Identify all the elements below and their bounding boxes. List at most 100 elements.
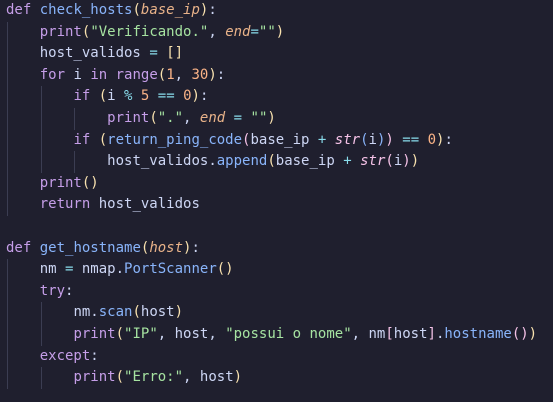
code-token-plain: , nm <box>351 325 386 342</box>
code-token-plain: i <box>368 131 377 148</box>
code-token-plain: : <box>65 282 74 299</box>
code-token-bracket: ( <box>267 153 276 170</box>
code-token-plain: base_ip <box>250 131 310 148</box>
indent-guide <box>7 259 8 281</box>
indent-guide <box>74 107 76 130</box>
code-token-keyword: if <box>73 131 91 148</box>
code-token-plain: : <box>444 131 453 148</box>
code-token-plain: : <box>208 2 217 18</box>
code-line: try: <box>6 280 553 303</box>
code-line: nm.scan(host) <box>6 302 553 324</box>
code-line: for i in range(1, 30): <box>6 64 553 87</box>
indent-guide <box>40 302 42 324</box>
code-token-string: "Verificando." <box>90 23 209 40</box>
indent-guide <box>7 367 8 389</box>
code-token-bracket: ) <box>208 66 217 83</box>
code-token-string: "" <box>258 23 276 40</box>
code-token-bracket: ( <box>98 131 108 148</box>
code-token-plain: i <box>393 153 403 170</box>
code-token-keyword: print <box>73 325 116 342</box>
code-token-bracket: [] <box>166 45 184 62</box>
code-token-function: hostname <box>444 325 512 342</box>
code-token-plain: : <box>191 239 200 256</box>
indent-guide <box>40 86 42 108</box>
code-token-bracket: ) <box>275 23 285 40</box>
code-token-plain: host_validos <box>39 45 141 62</box>
indent-guide <box>7 107 8 130</box>
indent-guide <box>7 194 8 216</box>
code-token-function: check_hosts <box>39 2 133 18</box>
code-token-operator: == <box>402 131 420 148</box>
indent-guide <box>74 151 76 173</box>
code-token-plain: , host, <box>157 325 226 342</box>
code-token-operator: = <box>233 109 243 126</box>
code-token-bracket: ) <box>191 88 200 105</box>
code-line: print() <box>6 172 553 195</box>
code-token-bracket: ) <box>174 304 184 321</box>
code-line: except: <box>6 345 553 368</box>
indent-guide <box>7 86 8 108</box>
code-token-plain: , host <box>183 369 234 386</box>
code-token-bracket: ( <box>98 88 108 105</box>
code-token-keyword: range <box>115 66 158 83</box>
code-token-operator: + <box>343 153 352 170</box>
code-line: print("Verificando.", end="") <box>6 21 553 44</box>
code-token-plain: i <box>107 88 125 105</box>
code-token-plain: , <box>208 23 226 40</box>
code-token-plain: , <box>174 66 192 83</box>
code-token-bracket: ( <box>149 109 158 126</box>
code-token-plain: base_ip <box>275 153 335 170</box>
code-token-keyword: print <box>73 369 116 386</box>
code-editor[interactable]: def check_hosts(base_ip): print("Verific… <box>0 0 553 402</box>
code-token-operator: == <box>157 88 175 105</box>
indent-guide <box>7 43 8 65</box>
code-token-keyword: except <box>39 347 91 364</box>
code-token-string: "possui o nome" <box>225 325 352 342</box>
code-token-function: append <box>216 153 268 170</box>
code-area[interactable]: def check_hosts(base_ip): print("Verific… <box>6 0 553 389</box>
code-token-plain: host <box>140 304 175 321</box>
code-token-keyword: try <box>39 282 66 299</box>
code-token-string: "" <box>250 109 268 126</box>
code-token-plain: host_validos <box>90 196 200 213</box>
code-token-keyword: print <box>39 23 82 40</box>
code-token-plain: i <box>65 66 91 83</box>
code-token-function: ( <box>360 131 369 148</box>
code-token-plain: , <box>183 109 200 126</box>
code-line: nm = nmap.PortScanner() <box>6 259 553 281</box>
code-line: def check_hosts(base_ip): <box>6 0 553 22</box>
code-line: print("Erro:", host) <box>6 367 553 389</box>
indent-guide <box>7 172 8 195</box>
code-line: return host_validos <box>6 194 553 216</box>
code-token-keyword: def <box>6 239 32 256</box>
code-token-bracket: ( <box>157 66 167 83</box>
code-line: host_validos = [] <box>6 43 553 65</box>
indent-guide <box>7 345 8 368</box>
code-token-builtin: ] <box>427 325 436 342</box>
indent-guide <box>7 64 8 87</box>
code-token-keyword: in <box>90 66 108 83</box>
indent-guide <box>40 151 42 173</box>
code-token-number: 30 <box>191 66 209 83</box>
code-token-number: 0 <box>183 88 192 105</box>
code-token-builtin: str <box>360 153 386 170</box>
code-token-operator: = <box>149 45 158 62</box>
code-token-operator: = <box>250 23 259 40</box>
indent-guide <box>40 367 42 389</box>
